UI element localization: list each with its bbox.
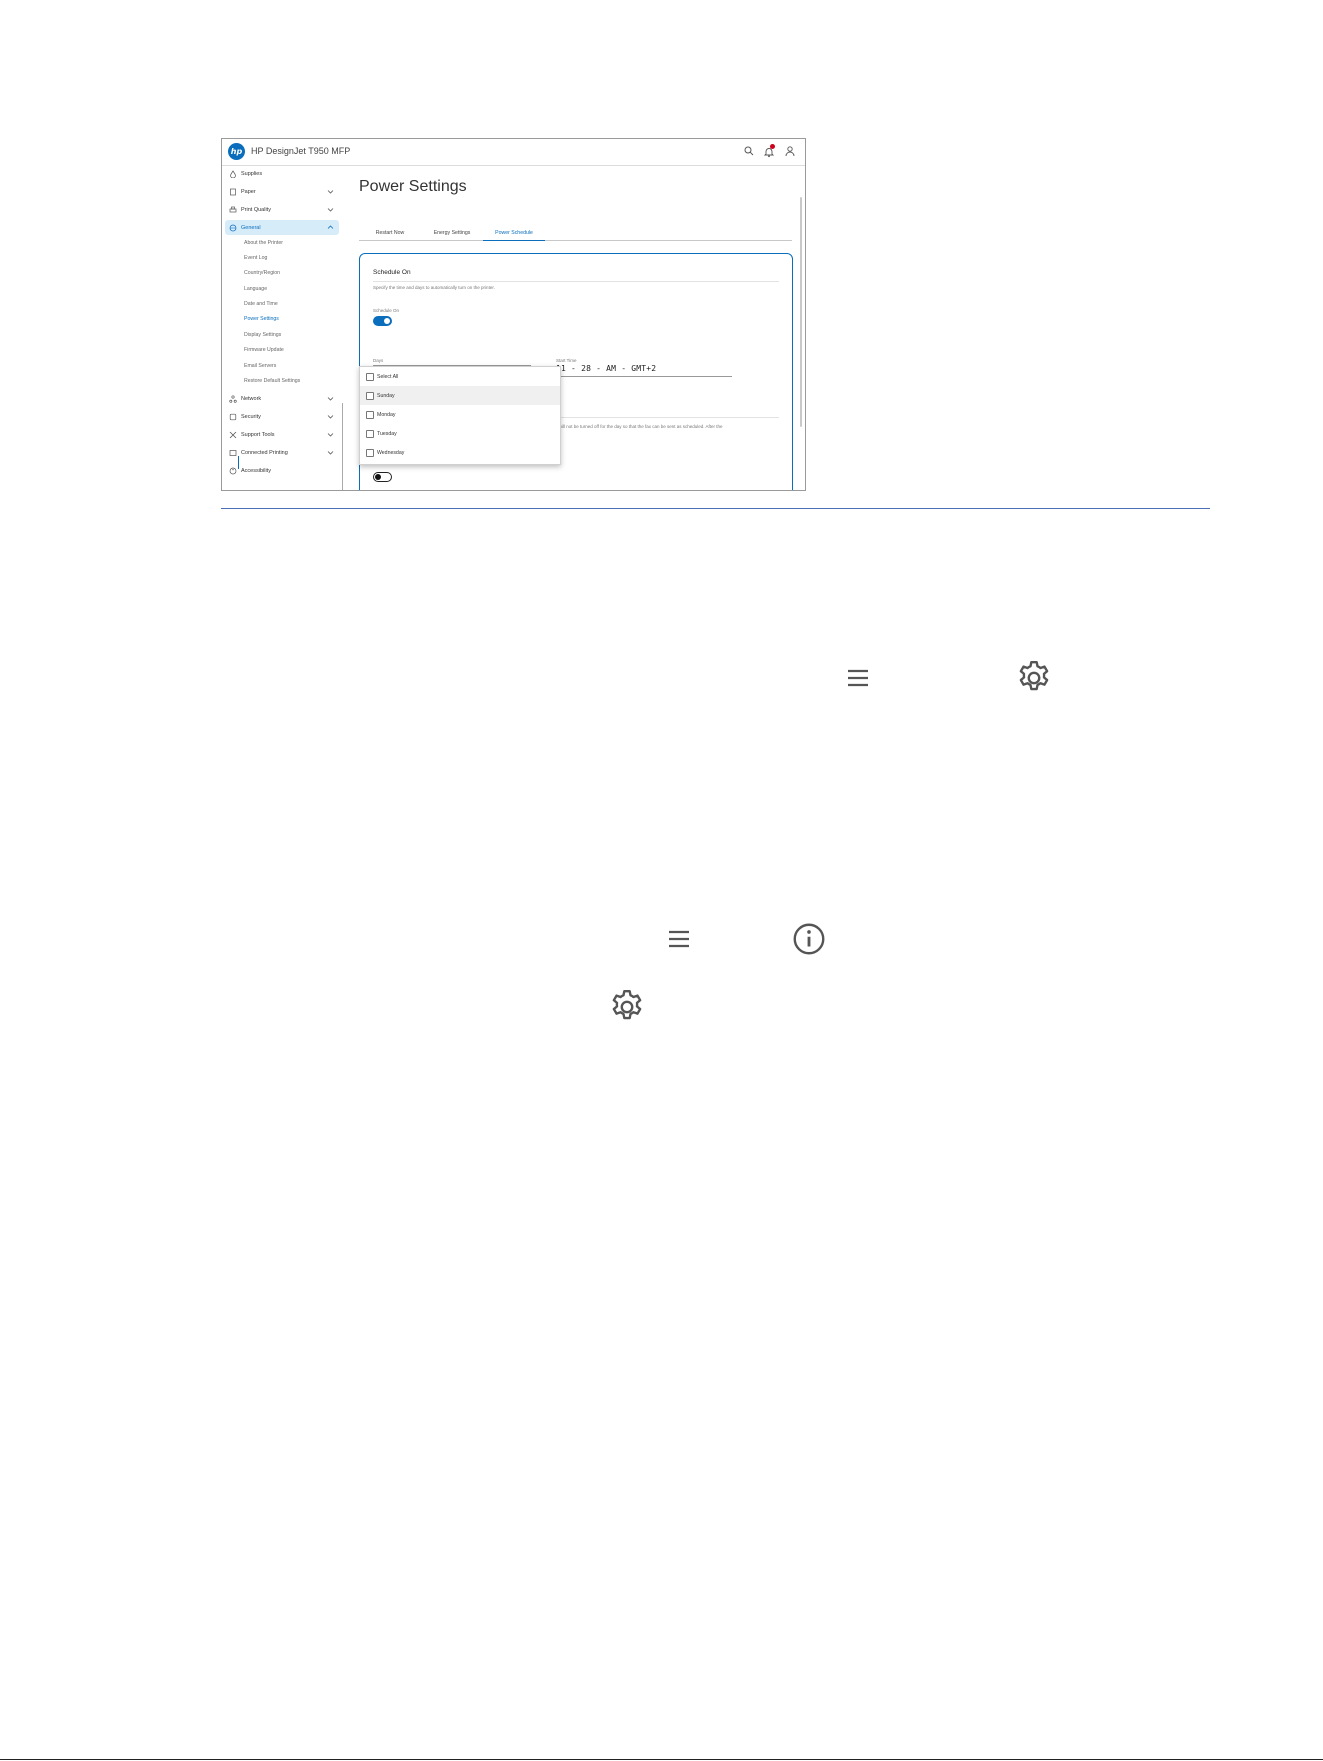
main-scrollbar[interactable] [800, 197, 802, 427]
sidebar-subitem-event-log[interactable]: Event Log [244, 252, 267, 265]
printer-icon [229, 206, 237, 212]
chevron-down-icon [327, 190, 334, 194]
page-title: Power Settings [359, 178, 467, 195]
sidebar-item-label: Paper [241, 188, 256, 195]
tab-restart-now[interactable]: Restart Now [359, 225, 421, 240]
sidebar-item-accessibility[interactable]: Accessibility [225, 463, 339, 478]
option-label: Wednesday [377, 449, 405, 456]
page-bottom-rule [0, 1759, 1323, 1760]
checkbox[interactable] [366, 429, 374, 438]
chevron-up-icon [327, 225, 334, 229]
schedule-note: r will not be turned off for the day so … [556, 424, 723, 429]
chevron-down-icon [327, 415, 334, 419]
paper-icon [230, 188, 236, 195]
chevron-down-icon [327, 451, 334, 455]
sidebar-item-network[interactable]: Network [225, 391, 339, 406]
sidebar-subitem-display-settings[interactable]: Display Settings [244, 329, 281, 342]
checkbox[interactable] [366, 391, 374, 400]
sidebar-item-connected-printing[interactable]: Connected Printing [225, 445, 339, 460]
sidebar-item-label: Connected Printing [241, 449, 288, 456]
sidebar: Supplies Paper Print Quality General Abo… [222, 166, 344, 490]
days-label: Days [373, 358, 384, 363]
schedule-off-toggle[interactable] [373, 472, 392, 482]
sidebar-subitem-country-region[interactable]: Country/Region [244, 267, 280, 280]
network-icon [229, 394, 237, 403]
sidebar-subitem-about[interactable]: About the Printer [244, 237, 283, 250]
checkbox[interactable] [366, 448, 374, 457]
option-sunday[interactable]: Sunday [360, 386, 560, 405]
gear-icon [612, 989, 642, 1020]
option-tuesday[interactable]: Tuesday [360, 424, 560, 443]
option-label: Tuesday [377, 430, 397, 437]
tab-bar: Restart Now Energy Settings Power Schedu… [359, 225, 792, 241]
cloud-icon [229, 449, 237, 456]
top-bar: hp HP DesignJet T950 MFP [222, 139, 805, 166]
schedule-on-label: Schedule On [373, 308, 400, 313]
divider [373, 281, 779, 282]
tools-icon [229, 431, 237, 438]
sidebar-item-label: Support Tools [241, 431, 275, 438]
option-select-all[interactable]: Select All [360, 367, 560, 386]
app-title: HP DesignJet T950 MFP [251, 146, 351, 156]
sidebar-item-general[interactable]: General [225, 220, 339, 235]
sidebar-item-label: Security [241, 413, 261, 420]
sidebar-subitem-firmware-update[interactable]: Firmware Update [244, 344, 284, 357]
printer-ews-screenshot: hp HP DesignJet T950 MFP Supplies Paper [221, 138, 806, 491]
sidebar-item-print-quality[interactable]: Print Quality [225, 202, 339, 217]
option-wednesday[interactable]: Wednesday [360, 443, 560, 462]
active-item-marker [238, 456, 239, 469]
option-label: Sunday [377, 392, 395, 399]
sidebar-item-security[interactable]: Security [225, 409, 339, 424]
sidebar-item-label: General [241, 224, 261, 231]
drop-icon [230, 169, 236, 178]
schedule-on-toggle[interactable] [373, 316, 392, 326]
user-icon[interactable] [784, 145, 796, 157]
menu-icon [848, 669, 868, 687]
chevron-down-icon [327, 397, 334, 401]
option-monday[interactable]: Monday [360, 405, 560, 424]
section-rule [221, 508, 1210, 509]
notification-badge [770, 144, 775, 149]
option-label: Monday [377, 411, 396, 418]
sidebar-item-paper[interactable]: Paper [225, 184, 339, 199]
sidebar-subitem-language[interactable]: Language [244, 283, 267, 296]
sidebar-subitem-power-settings[interactable]: Power Settings [244, 313, 279, 326]
sidebar-item-label: Supplies [241, 170, 263, 177]
tab-power-schedule[interactable]: Power Schedule [483, 225, 545, 241]
notifications-button[interactable] [763, 144, 775, 158]
start-time-input[interactable]: 11 - 28 - AM - GMT+2 [556, 364, 656, 373]
card-title: Schedule On [373, 269, 411, 276]
card-description: Specify the time and days to automatical… [373, 285, 495, 290]
gear-icon [1019, 660, 1049, 691]
globe-icon [229, 224, 237, 231]
sidebar-subitem-restore-defaults[interactable]: Restore Default Settings [244, 375, 300, 388]
days-dropdown: Select All Sunday Monday Tuesday Wednesd… [359, 366, 561, 465]
sidebar-item-supplies[interactable]: Supplies [225, 166, 339, 181]
search-icon[interactable] [743, 145, 755, 157]
checkbox[interactable] [366, 372, 374, 381]
sidebar-item-label: Network [241, 395, 262, 402]
hp-logo: hp [228, 143, 245, 160]
sidebar-subitem-date-time[interactable]: Date and Time [244, 298, 278, 311]
sidebar-item-label: Accessibility [241, 467, 271, 474]
sidebar-item-label: Print Quality [241, 206, 271, 213]
chevron-down-icon [327, 433, 334, 437]
shield-icon [229, 413, 237, 420]
start-time-label: Start Time [556, 358, 577, 363]
sidebar-scrollbar[interactable] [342, 403, 343, 490]
sidebar-subitem-email-servers[interactable]: Email Servers [244, 360, 276, 373]
option-label: Select All [377, 373, 399, 380]
menu-icon [669, 930, 689, 948]
chevron-down-icon [327, 208, 334, 212]
start-time-underline [556, 376, 732, 377]
tab-energy-settings[interactable]: Energy Settings [421, 225, 483, 240]
info-icon [793, 923, 825, 955]
divider [556, 417, 779, 418]
sidebar-item-support-tools[interactable]: Support Tools [225, 427, 339, 442]
accessibility-icon [229, 467, 237, 474]
checkbox[interactable] [366, 410, 374, 419]
